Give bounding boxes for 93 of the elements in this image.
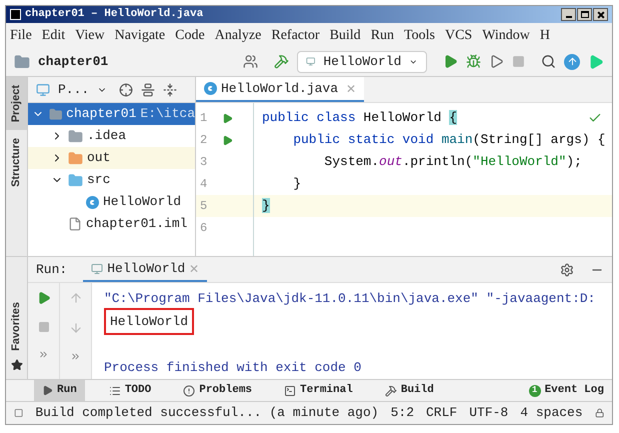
tree-label: out bbox=[87, 149, 110, 168]
tree-item[interactable]: src bbox=[28, 169, 195, 191]
tree-item[interactable]: chapter01 E:\itca bbox=[28, 103, 195, 125]
code-line: public static void main(String[] args) { bbox=[292, 131, 606, 150]
folder-icon bbox=[68, 128, 83, 144]
collapse-all-icon[interactable] bbox=[163, 82, 178, 96]
menu-item[interactable]: Code bbox=[175, 24, 205, 46]
tree-label: src bbox=[87, 171, 110, 190]
terminal-icon bbox=[284, 384, 296, 396]
hammer-icon[interactable] bbox=[274, 54, 289, 69]
menu-item[interactable]: View bbox=[75, 24, 105, 46]
star-icon bbox=[10, 359, 22, 371]
menu-item[interactable]: File bbox=[10, 24, 32, 46]
users-icon[interactable] bbox=[243, 54, 258, 69]
tree-label: .idea bbox=[87, 127, 126, 146]
line-number: 5 bbox=[200, 198, 208, 215]
run-config-dropdown[interactable]: HelloWorld bbox=[297, 50, 427, 72]
tree-label: chapter01.iml bbox=[86, 215, 188, 234]
minimize-button[interactable] bbox=[561, 8, 576, 21]
status-message: Build completed successful... (a minute ago) bbox=[35, 404, 379, 422]
more-icon[interactable] bbox=[38, 349, 49, 360]
line-ending[interactable]: CRLF bbox=[426, 402, 458, 422]
caret-position[interactable]: 5:2 bbox=[390, 402, 414, 422]
folder-icon bbox=[68, 150, 83, 166]
console-line: "C:\Program Files\Java\jdk-11.0.11\bin\java.exe" "-javaagent:D: bbox=[104, 290, 596, 308]
tree-label: chapter01 bbox=[66, 105, 136, 124]
play-icon bbox=[42, 385, 53, 396]
maximize-button[interactable] bbox=[577, 8, 592, 21]
app-icon bbox=[10, 9, 21, 20]
run-gutter-icon[interactable] bbox=[222, 134, 233, 146]
side-tab[interactable]: Structure bbox=[6, 130, 27, 196]
line-number: 2 bbox=[200, 132, 208, 149]
console-tab[interactable]: HelloWorld ✕ bbox=[83, 257, 208, 282]
menu-item[interactable]: H bbox=[540, 24, 550, 46]
run-label: Run: bbox=[36, 260, 68, 279]
tree-item[interactable]: .idea bbox=[28, 125, 195, 147]
tool-window-tab[interactable]: Build bbox=[376, 380, 442, 401]
indent-setting[interactable]: 4 spaces bbox=[520, 402, 583, 422]
panel-toggle-icon[interactable] bbox=[14, 406, 24, 418]
project-folder-icon bbox=[14, 54, 30, 70]
side-tab[interactable]: Project bbox=[6, 77, 27, 130]
line-number: 4 bbox=[200, 176, 208, 193]
menu-item[interactable]: Build bbox=[330, 24, 361, 46]
more-icon[interactable] bbox=[70, 351, 81, 362]
close-button[interactable] bbox=[593, 8, 608, 21]
encoding[interactable]: UTF-8 bbox=[469, 402, 508, 422]
menu-item[interactable]: Edit bbox=[42, 24, 66, 46]
menu-item[interactable]: Run bbox=[370, 24, 394, 46]
menu-item[interactable]: Tools bbox=[404, 24, 435, 46]
line-number: 6 bbox=[200, 220, 208, 237]
line-number: 1 bbox=[200, 110, 208, 127]
tool-window-tab[interactable]: Problems bbox=[175, 380, 260, 401]
tree-item[interactable]: out bbox=[28, 147, 195, 169]
file-icon bbox=[68, 217, 82, 231]
update-icon[interactable] bbox=[564, 54, 580, 70]
event-log-button[interactable]: 1 Event Log bbox=[528, 382, 604, 399]
menu-item[interactable]: VCS bbox=[444, 24, 472, 46]
lock-icon[interactable] bbox=[594, 406, 604, 418]
run-gutter-icon[interactable] bbox=[222, 112, 233, 124]
java-class-icon bbox=[204, 82, 217, 95]
notification-count: 1 bbox=[528, 384, 541, 396]
folder-icon bbox=[68, 172, 83, 188]
line-number: 3 bbox=[200, 154, 208, 171]
locate-icon[interactable] bbox=[119, 82, 134, 96]
menu-item[interactable]: Refactor bbox=[271, 24, 320, 46]
hammer-icon bbox=[384, 384, 397, 396]
tree-path: E:\itca bbox=[140, 105, 195, 124]
console-line: Process finished with exit code 0 bbox=[104, 358, 362, 377]
tool-window-tab[interactable]: Terminal bbox=[276, 380, 361, 401]
expand-all-icon[interactable] bbox=[141, 82, 156, 96]
tool-window-tab[interactable]: Run bbox=[34, 380, 85, 401]
code-line: System.out.println("HelloWorld"); bbox=[323, 153, 582, 172]
alert-icon bbox=[183, 384, 196, 396]
settings-icon[interactable] bbox=[560, 262, 574, 276]
search-icon[interactable] bbox=[541, 54, 556, 69]
tree-label: HelloWorld bbox=[103, 193, 182, 212]
project-name[interactable]: chapter01 bbox=[38, 52, 235, 72]
rerun-icon[interactable] bbox=[36, 291, 50, 305]
menu-item[interactable]: Navigate bbox=[114, 24, 166, 46]
code-line: } bbox=[292, 175, 302, 194]
tree-item[interactable]: chapter01.iml bbox=[28, 213, 195, 235]
folder-icon bbox=[48, 106, 62, 122]
window-title: chapter01 – HelloWorld.java bbox=[25, 7, 204, 22]
editor-tab[interactable]: HelloWorld.java ✕ bbox=[196, 77, 364, 102]
run-icon[interactable] bbox=[443, 54, 458, 69]
panel-title[interactable]: P... bbox=[58, 80, 90, 100]
java-class-icon bbox=[86, 196, 99, 208]
bug-icon[interactable] bbox=[466, 54, 481, 69]
code-line: public class HelloWorld { bbox=[262, 109, 458, 128]
menu-item[interactable]: Window bbox=[482, 24, 530, 46]
menu-item[interactable]: Analyze bbox=[214, 24, 262, 46]
tool-window-tab[interactable]: TODO bbox=[100, 380, 160, 401]
tree-item[interactable]: HelloWorld bbox=[28, 191, 195, 213]
